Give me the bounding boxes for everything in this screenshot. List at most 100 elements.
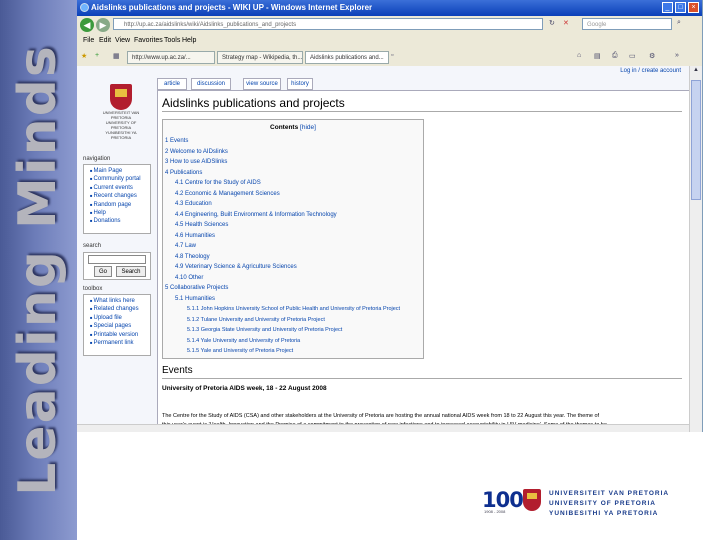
browser-tab-bar: ★ + ▦ http://www.up.ac.za/... Strategy m…	[77, 48, 702, 67]
scroll-thumb[interactable]	[691, 80, 701, 200]
toc-entry[interactable]: 5.1.5 Yale and University of Pretoria Pr…	[187, 348, 293, 354]
nav-current-events[interactable]: Current events	[90, 184, 150, 192]
toc-entry[interactable]: 5.1.4 Yale University and University of …	[187, 338, 300, 344]
go-button[interactable]: Go	[94, 266, 112, 277]
chevron-right-icon[interactable]: »	[675, 52, 687, 62]
menu-help[interactable]: Help	[182, 34, 196, 48]
toc-entry[interactable]: 4.3 Education	[175, 201, 212, 207]
menu-view[interactable]: View	[115, 34, 130, 48]
navigation-heading: navigation	[83, 156, 111, 162]
stop-icon[interactable]: ✕	[563, 19, 575, 29]
favorites-star-icon[interactable]: ★	[81, 52, 93, 62]
toc-entry[interactable]: 5 Collaborative Projects	[165, 285, 228, 291]
page-title: Aidslinks publications and projects	[162, 96, 345, 110]
search-input[interactable]: Google	[582, 18, 672, 30]
search-button[interactable]: Search	[116, 266, 146, 277]
url-input[interactable]: http://up.ac.za/aidslinks/wiki/Aidslinks…	[113, 18, 543, 30]
wiki-search-input[interactable]	[88, 255, 146, 264]
login-link[interactable]: Log in / create account	[620, 68, 681, 74]
toc-entry[interactable]: 4.9 Veterinary Science & Agriculture Sci…	[175, 264, 297, 270]
home-icon[interactable]: ⌂	[577, 52, 589, 62]
nav-random-page[interactable]: Random page	[90, 201, 150, 209]
nav-help[interactable]: Help	[90, 209, 150, 217]
toc-entry[interactable]: 4.6 Humanities	[175, 233, 215, 239]
toc-entry[interactable]: 2 Welcome to AIDslinks	[165, 149, 228, 155]
forward-icon[interactable]: ▶	[96, 18, 110, 32]
tab-view-source[interactable]: view source	[243, 78, 281, 90]
menu-favorites[interactable]: Favorites	[134, 34, 163, 48]
toc-entry[interactable]: 4 Publications	[165, 170, 202, 176]
web-page: UNIVERSITEIT VAN PRETORIA UNIVERSITY OF …	[77, 66, 689, 432]
new-tab-icon[interactable]: ▫	[391, 52, 403, 62]
table-of-contents: Contents [hide] 1 Events 2 Welcome to AI…	[162, 119, 424, 359]
toc-entry[interactable]: 5.1.2 Tulane University and University o…	[187, 317, 325, 323]
slide-side-title: Leading Minds	[8, 44, 68, 496]
browser-tab-1[interactable]: http://www.up.ac.za/...	[127, 51, 215, 64]
toc-entry[interactable]: 1 Events	[165, 138, 188, 144]
toc-heading: Contents	[270, 124, 299, 131]
events-divider	[162, 378, 682, 379]
toc-entry[interactable]: 5.1 Humanities	[175, 296, 215, 302]
vertical-scrollbar[interactable]: ▲	[689, 66, 702, 432]
maximize-icon[interactable]: □	[675, 2, 686, 13]
add-favorites-icon[interactable]: +	[95, 52, 107, 62]
ie-logo-icon	[80, 3, 89, 12]
toc-entry[interactable]: 4.8 Theology	[175, 254, 210, 260]
university-name-line: UNIVERSITY OF PRETORIA	[549, 500, 656, 507]
toc-hide-link[interactable]: [hide]	[300, 124, 316, 131]
events-paragraph-line: The Centre for the Study of AIDS (CSA) a…	[162, 413, 600, 419]
tool-what-links-here[interactable]: What links here	[90, 297, 150, 305]
menu-edit[interactable]: Edit	[99, 34, 111, 48]
browser-tab-2[interactable]: Strategy map - Wikipedia, th...	[217, 51, 303, 64]
toolbox-heading: toolbox	[83, 286, 103, 292]
menu-tools[interactable]: Tools	[164, 34, 180, 48]
logo-line: UNIVERSITEIT VAN PRETORIA	[102, 110, 140, 120]
toc-entry[interactable]: 3 How to use AIDSlinks	[165, 159, 227, 165]
search-heading: search	[83, 243, 102, 249]
nav-community-portal[interactable]: Community portal	[90, 175, 150, 183]
events-subheading: University of Pretoria AIDS week, 18 - 2…	[162, 385, 327, 392]
tab-discussion[interactable]: discussion	[191, 78, 231, 90]
tab-list-icon[interactable]: ▦	[113, 52, 125, 62]
toc-entry[interactable]: 4.4 Engineering, Built Environment & Inf…	[175, 212, 337, 218]
horizontal-scrollbar[interactable]	[77, 424, 689, 432]
toc-entry[interactable]: 4.7 Law	[175, 243, 196, 249]
tool-related-changes[interactable]: Related changes	[90, 305, 150, 313]
print-icon[interactable]: ⎙	[612, 52, 624, 62]
search-portlet: Go Search	[83, 252, 151, 280]
university-crest-icon	[110, 84, 132, 110]
tool-permanent-link[interactable]: Permanent link	[90, 339, 150, 347]
tool-upload-file[interactable]: Upload file	[90, 314, 150, 322]
nav-recent-changes[interactable]: Recent changes	[90, 192, 150, 200]
close-icon[interactable]: ×	[688, 2, 699, 13]
content-area: Aidslinks publications and projects Cont…	[157, 90, 689, 432]
title-divider	[162, 111, 682, 112]
events-heading: Events	[162, 365, 193, 376]
toc-entry[interactable]: 4.10 Other	[175, 275, 203, 281]
toc-entry[interactable]: 5.1.3 Georgia State University and Unive…	[187, 327, 342, 333]
tool-special-pages[interactable]: Special pages	[90, 322, 150, 330]
minimize-icon[interactable]: _	[662, 2, 673, 13]
toc-entry[interactable]: 4.2 Economic & Management Sciences	[175, 191, 280, 197]
back-icon[interactable]: ◀	[80, 18, 94, 32]
page-menu-icon[interactable]: ▭	[629, 52, 641, 62]
menu-file[interactable]: File	[83, 34, 94, 48]
university-crest-icon	[521, 486, 543, 514]
toc-entry[interactable]: 4.5 Health Sciences	[175, 222, 228, 228]
tools-menu-icon[interactable]: ⚙	[649, 52, 661, 62]
browser-tab-3[interactable]: Aidslinks publications and...	[305, 51, 389, 64]
tab-article[interactable]: article	[157, 78, 187, 90]
university-name-line: YUNIBESITHI YA PRETORIA	[549, 510, 659, 517]
nav-donations[interactable]: Donations	[90, 217, 150, 225]
tab-history[interactable]: history	[287, 78, 313, 90]
search-icon[interactable]: ⌕	[677, 19, 689, 29]
toc-entry[interactable]: 4.1 Centre for the Study of AIDS	[175, 180, 261, 186]
scroll-up-icon[interactable]: ▲	[691, 67, 701, 77]
nav-main-page[interactable]: Main Page	[90, 167, 150, 175]
feeds-icon[interactable]: ▤	[594, 52, 606, 62]
logo-line: UNIVERSITY OF PRETORIA	[105, 120, 137, 130]
navigation-portlet: Main Page Community portal Current event…	[83, 164, 151, 234]
refresh-icon[interactable]: ↻	[549, 19, 561, 29]
tool-printable-version[interactable]: Printable version	[90, 331, 150, 339]
toc-entry[interactable]: 5.1.1 John Hopkins University School of …	[187, 306, 400, 312]
